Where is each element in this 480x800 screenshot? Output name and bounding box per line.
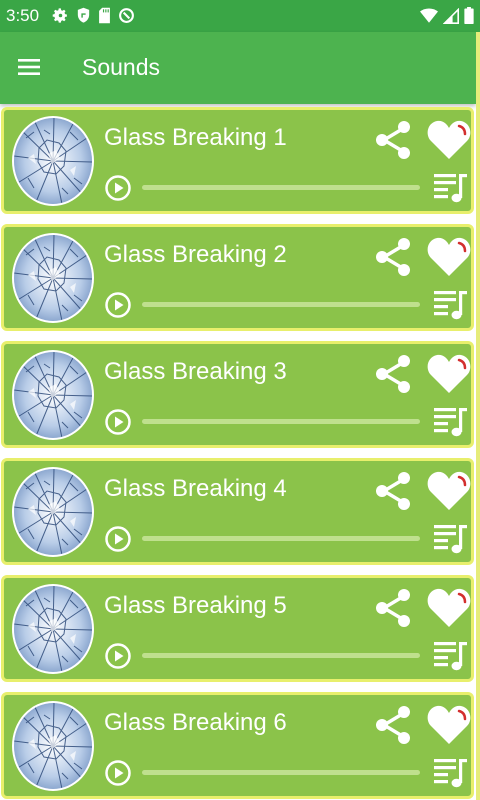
heart-icon[interactable] [426,467,472,513]
gear-icon [52,8,67,23]
queue-music-icon[interactable] [432,170,470,204]
share-icon[interactable] [372,352,414,396]
playlist-add-button[interactable] [432,287,470,321]
play-button[interactable] [104,525,132,553]
status-time: 3:50 [6,6,40,25]
playlist-add-button[interactable] [432,170,470,204]
sound-card[interactable]: Glass Breaking 2 [1,224,474,331]
play-button[interactable] [104,759,132,787]
heart-icon[interactable] [426,701,472,747]
sound-thumbnail [12,350,94,440]
seek-bar[interactable] [142,536,420,541]
play-button[interactable] [104,174,132,202]
heart-icon[interactable] [426,350,472,396]
play-button[interactable] [104,642,132,670]
sound-title: Glass Breaking 6 [104,709,287,736]
queue-music-icon[interactable] [432,287,470,321]
glass-breaking-image [14,235,92,321]
status-icons-right [420,7,474,24]
favorite-button[interactable] [426,116,472,162]
share-button[interactable] [372,235,414,279]
seek-bar[interactable] [142,185,420,190]
favorite-button[interactable] [426,233,472,279]
queue-music-icon[interactable] [432,521,470,555]
play-button[interactable] [104,291,132,319]
sound-thumbnail [12,584,94,674]
sound-title: Glass Breaking 2 [104,241,287,268]
glass-breaking-image [14,118,92,204]
page-title: Sounds [82,54,161,80]
sound-card[interactable]: Glass Breaking 6 [1,692,474,799]
app-bar: Sounds [0,32,476,104]
share-icon[interactable] [372,118,414,162]
glass-breaking-image [14,703,92,789]
sound-card[interactable]: Glass Breaking 3 [1,341,474,448]
share-button[interactable] [372,586,414,630]
sound-title: Glass Breaking 4 [104,475,287,502]
favorite-button[interactable] [426,467,472,513]
sound-thumbnail [12,233,94,323]
playlist-add-button[interactable] [432,755,470,789]
play-icon[interactable] [104,642,132,670]
sd-card-icon [99,7,110,24]
glass-breaking-image [14,352,92,438]
playlist-add-button[interactable] [432,638,470,672]
play-icon[interactable] [104,759,132,787]
play-icon[interactable] [104,408,132,436]
heart-icon[interactable] [426,233,472,279]
sound-thumbnail [12,116,94,206]
sound-title: Glass Breaking 3 [104,358,287,385]
share-icon[interactable] [372,703,414,747]
status-bar: 3:50 [0,0,480,32]
glass-breaking-image [14,469,92,555]
sound-card[interactable]: Glass Breaking 5 [1,575,474,682]
playlist-add-button[interactable] [432,521,470,555]
data-saver-icon [119,8,134,23]
play-icon[interactable] [104,525,132,553]
share-icon[interactable] [372,586,414,630]
seek-bar[interactable] [142,302,420,307]
queue-music-icon[interactable] [432,755,470,789]
heart-icon[interactable] [426,584,472,630]
sound-thumbnail [12,701,94,791]
hamburger-menu-icon[interactable] [14,52,44,82]
play-button[interactable] [104,408,132,436]
favorite-button[interactable] [426,350,472,396]
seek-bar[interactable] [142,419,420,424]
menu-button[interactable] [14,52,44,82]
favorite-button[interactable] [426,584,472,630]
shield-icon [77,7,90,23]
share-button[interactable] [372,118,414,162]
playlist-add-button[interactable] [432,404,470,438]
seek-bar[interactable] [142,653,420,658]
share-button[interactable] [372,703,414,747]
sound-title: Glass Breaking 1 [104,124,287,151]
battery-icon [464,7,474,24]
wifi-icon [420,8,438,23]
share-button[interactable] [372,469,414,513]
share-button[interactable] [372,352,414,396]
sound-card[interactable]: Glass Breaking 4 [1,458,474,565]
queue-music-icon[interactable] [432,404,470,438]
sound-title: Glass Breaking 5 [104,592,287,619]
heart-icon[interactable] [426,116,472,162]
signal-icon [443,7,459,24]
share-icon[interactable] [372,235,414,279]
right-edge-strip [476,32,480,800]
status-icons-left [52,7,135,24]
sound-thumbnail [12,467,94,557]
play-icon[interactable] [104,291,132,319]
queue-music-icon[interactable] [432,638,470,672]
glass-breaking-image [14,586,92,672]
share-icon[interactable] [372,469,414,513]
seek-bar[interactable] [142,770,420,775]
favorite-button[interactable] [426,701,472,747]
sound-card[interactable]: Glass Breaking 1 [1,107,474,214]
play-icon[interactable] [104,174,132,202]
